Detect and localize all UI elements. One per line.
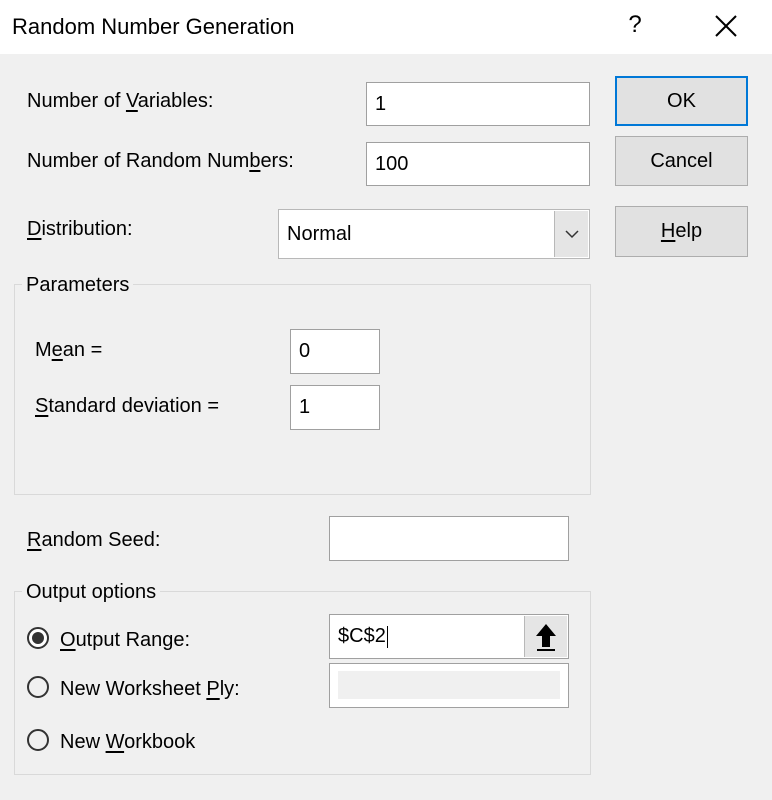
dialog-title: Random Number Generation <box>12 14 295 39</box>
distribution-label: Distribution: <box>27 218 133 240</box>
new-workbook-label[interactable]: New Workbook <box>60 731 195 754</box>
new-worksheet-ply-label[interactable]: New Worksheet Ply: <box>60 678 240 701</box>
output-range-radio[interactable] <box>27 627 49 649</box>
help-button[interactable]: Help <box>615 206 748 257</box>
num-variables-input[interactable]: 1 <box>366 82 590 126</box>
random-seed-input[interactable] <box>329 516 569 561</box>
new-worksheet-ply-input[interactable] <box>329 663 569 708</box>
close-icon[interactable] <box>712 12 740 40</box>
output-range-label[interactable]: Output Range: <box>60 629 190 652</box>
distribution-selected-value: Normal <box>287 222 352 245</box>
disabled-field-fill <box>338 671 560 699</box>
text-caret <box>386 625 388 648</box>
std-dev-label: Standard deviation = <box>35 395 220 417</box>
cancel-button[interactable]: Cancel <box>615 136 748 186</box>
distribution-select[interactable]: Normal <box>278 209 590 259</box>
collapse-dialog-button[interactable] <box>524 616 567 657</box>
chevron-down-icon <box>564 230 579 239</box>
mean-label: Mean = <box>35 339 103 361</box>
parameters-legend: Parameters <box>22 274 134 297</box>
std-dev-input[interactable]: 1 <box>290 385 380 430</box>
random-seed-label: Random Seed: <box>27 529 161 551</box>
num-variables-label: Number of Variables: <box>27 90 214 112</box>
radio-selected-dot <box>32 632 44 644</box>
mean-input[interactable]: 0 <box>290 329 380 374</box>
new-worksheet-ply-radio[interactable] <box>27 676 49 698</box>
ok-button[interactable]: OK <box>615 76 748 126</box>
help-question-icon[interactable]: ? <box>624 11 646 39</box>
distribution-dropdown-button[interactable] <box>554 211 588 257</box>
new-workbook-radio[interactable] <box>27 729 49 751</box>
up-arrow-icon <box>536 623 556 651</box>
num-random-numbers-input[interactable]: 100 <box>366 142 590 186</box>
num-random-numbers-label: Number of Random Numbers: <box>27 150 294 172</box>
output-options-legend: Output options <box>22 581 161 604</box>
